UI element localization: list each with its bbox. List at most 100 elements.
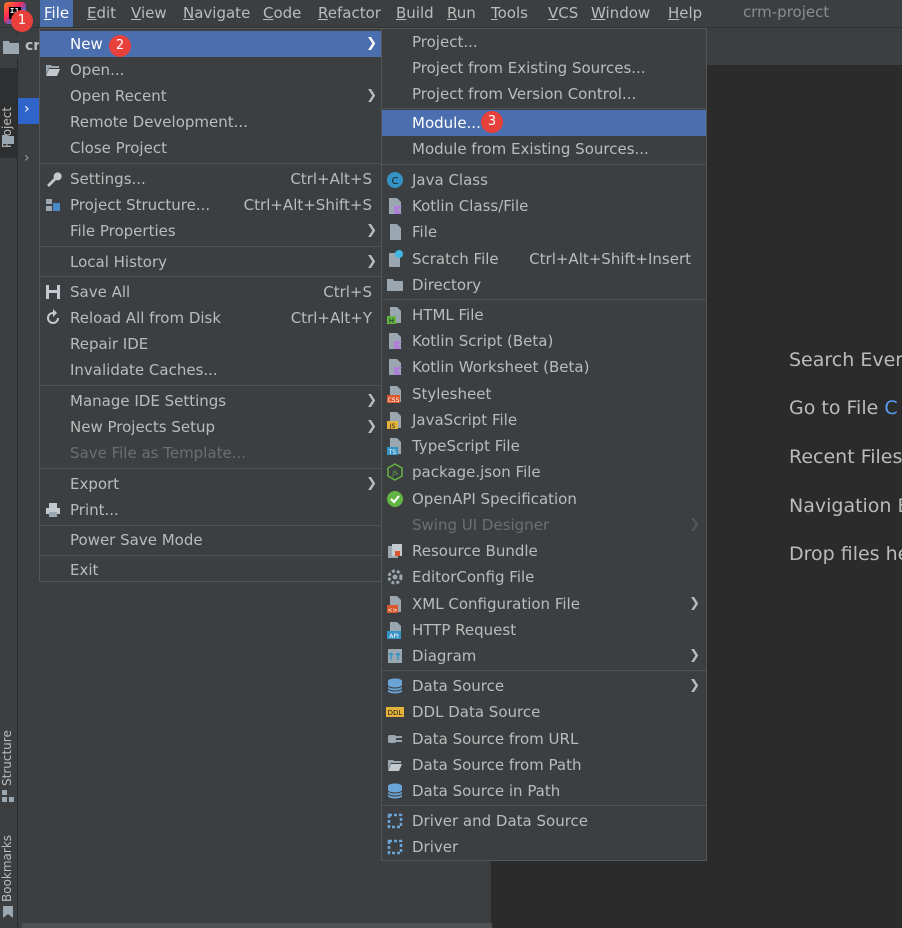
new-driver[interactable]: Driver [382,834,706,860]
menu-run[interactable]: Run [443,0,480,27]
new-kotlin-worksheet[interactable]: Kotlin Worksheet (Beta) [382,354,706,380]
file-menu: New ❯ Open... Open Recent ❯ Remote Develop… [39,28,382,582]
project-name-tab[interactable]: crm [0,36,55,58]
file-menu-open-recent[interactable]: Open Recent ❯ [40,83,381,109]
folder-icon [2,135,14,144]
print-icon [46,503,60,517]
resource-bundle-icon [388,544,402,558]
tree-selection[interactable]: › [18,98,40,124]
file-menu-new[interactable]: New ❯ [40,31,381,57]
project-tool-tab[interactable]: Project [0,68,17,158]
new-data-source-from-url[interactable]: Data Source from URL [382,726,706,752]
file-menu-new-projects-setup[interactable]: New Projects Setup ❯ [40,414,381,440]
file-menu-manage-ide-settings[interactable]: Manage IDE Settings ❯ [40,388,381,414]
file-menu-exit[interactable]: Exit [40,557,381,583]
new-project-from-vcs[interactable]: Project from Version Control... [382,81,706,107]
svg-text:C: C [392,176,399,187]
chevron-right-icon[interactable]: › [24,150,30,166]
database-icon [387,783,403,799]
new-module[interactable]: Module... [382,110,706,136]
css-file-icon: CSS [387,386,401,403]
kotlin-script-icon [389,333,402,349]
window-title: crm-project [743,3,830,21]
new-xml-configuration-file[interactable]: <> XML Configuration File ❯ [382,591,706,617]
new-project[interactable]: Project... [382,29,706,55]
menu-navigate[interactable]: Navigate [179,0,254,27]
left-tool-strip: Project Structure Bookmarks [0,28,18,928]
api-icon: API [387,622,401,639]
new-diagram[interactable]: Diagram ❯ [382,643,706,669]
new-directory[interactable]: Directory [382,272,706,298]
new-data-source-from-path[interactable]: Data Source from Path [382,752,706,778]
new-project-from-existing-sources[interactable]: Project from Existing Sources... [382,55,706,81]
menu-tools[interactable]: Tools [487,0,532,27]
file-menu-open[interactable]: Open... [40,57,381,83]
new-data-source-in-path[interactable]: Data Source in Path [382,778,706,804]
diagram-icon [388,649,402,663]
nodejs-icon: JS [387,463,403,481]
file-menu-project-structure[interactable]: Project Structure... Ctrl+Alt+Shift+S [40,192,381,218]
new-ddl-data-source[interactable]: DDL DDL Data Source [382,699,706,725]
ts-file-icon: TS [387,438,401,455]
openapi-icon [387,491,403,507]
menu-code[interactable]: Code [259,0,305,27]
project-folder-icon [3,41,19,54]
hint-recent-files: Recent Files [789,446,902,468]
horizontal-scrollbar[interactable] [22,923,492,928]
menu-window[interactable]: Window [587,0,654,27]
file-menu-remote-development[interactable]: Remote Development... [40,109,381,135]
file-menu-settings[interactable]: Settings... Ctrl+Alt+S [40,166,381,192]
file-menu-repair-ide[interactable]: Repair IDE [40,331,381,357]
html-file-icon: H [387,307,401,324]
new-driver-and-data-source[interactable]: Driver and Data Source [382,808,706,834]
menu-view[interactable]: View [127,0,171,27]
new-package-json[interactable]: JS package.json File [382,459,706,485]
menu-vcs[interactable]: VCS [544,0,582,27]
menu-build[interactable]: Build [392,0,438,27]
file-menu-print[interactable]: Print... [40,497,381,523]
file-menu-local-history[interactable]: Local History ❯ [40,249,381,275]
xml-file-icon: <> [387,596,401,613]
menu-file[interactable]: File [40,0,74,27]
new-kotlin-script[interactable]: Kotlin Script (Beta) [382,328,706,354]
file-menu-close-project[interactable]: Close Project [40,135,381,161]
svg-text:JS: JS [389,423,396,429]
new-openapi-specification[interactable]: OpenAPI Specification [382,486,706,512]
hint-drop-files: Drop files he [789,543,902,565]
step-badge-1: 1 [11,10,33,32]
new-file[interactable]: File [382,219,706,245]
menu-refactor[interactable]: Refactor [314,0,385,27]
bookmarks-tool-tab[interactable]: Bookmarks [0,828,17,928]
new-java-class[interactable]: C Java Class [382,167,706,193]
new-module-from-existing-sources[interactable]: Module from Existing Sources... [382,136,706,162]
menu-edit[interactable]: Edit [83,0,120,27]
file-icon [390,224,401,240]
new-typescript-file[interactable]: TS TypeScript File [382,433,706,459]
bookmark-icon [3,906,13,918]
file-menu-invalidate-caches[interactable]: Invalidate Caches... [40,357,381,383]
new-kotlin-class-file[interactable]: Kotlin Class/File [382,193,706,219]
folder-icon [387,279,403,291]
folder-open-icon [46,65,60,76]
folder-open-icon [388,760,402,771]
menu-help[interactable]: Help [664,0,706,27]
new-data-source[interactable]: Data Source ❯ [382,673,706,699]
hint-search-everywhere: Search Every [789,349,902,371]
chevron-right-icon: ❯ [366,36,377,51]
file-menu-save-all[interactable]: Save All Ctrl+S [40,279,381,305]
new-editorconfig-file[interactable]: EditorConfig File [382,564,706,590]
menu-bar: IJ File Edit View Navigate Code Refactor… [0,0,902,28]
structure-tool-tab[interactable]: Structure [0,718,17,808]
new-resource-bundle[interactable]: Resource Bundle [382,538,706,564]
file-menu-reload-all[interactable]: Reload All from Disk Ctrl+Alt+Y [40,305,381,331]
svg-text:<>: <> [387,607,397,613]
new-html-file[interactable]: H HTML File [382,302,706,328]
file-menu-power-save-mode[interactable]: Power Save Mode [40,527,381,553]
new-stylesheet[interactable]: CSS Stylesheet [382,381,706,407]
file-menu-export[interactable]: Export ❯ [40,471,381,497]
file-menu-file-properties[interactable]: File Properties ❯ [40,218,381,244]
new-javascript-file[interactable]: JS JavaScript File [382,407,706,433]
gear-icon [387,569,403,585]
new-http-request[interactable]: API HTTP Request [382,617,706,643]
new-scratch-file[interactable]: Scratch File Ctrl+Alt+Shift+Insert [382,246,706,272]
